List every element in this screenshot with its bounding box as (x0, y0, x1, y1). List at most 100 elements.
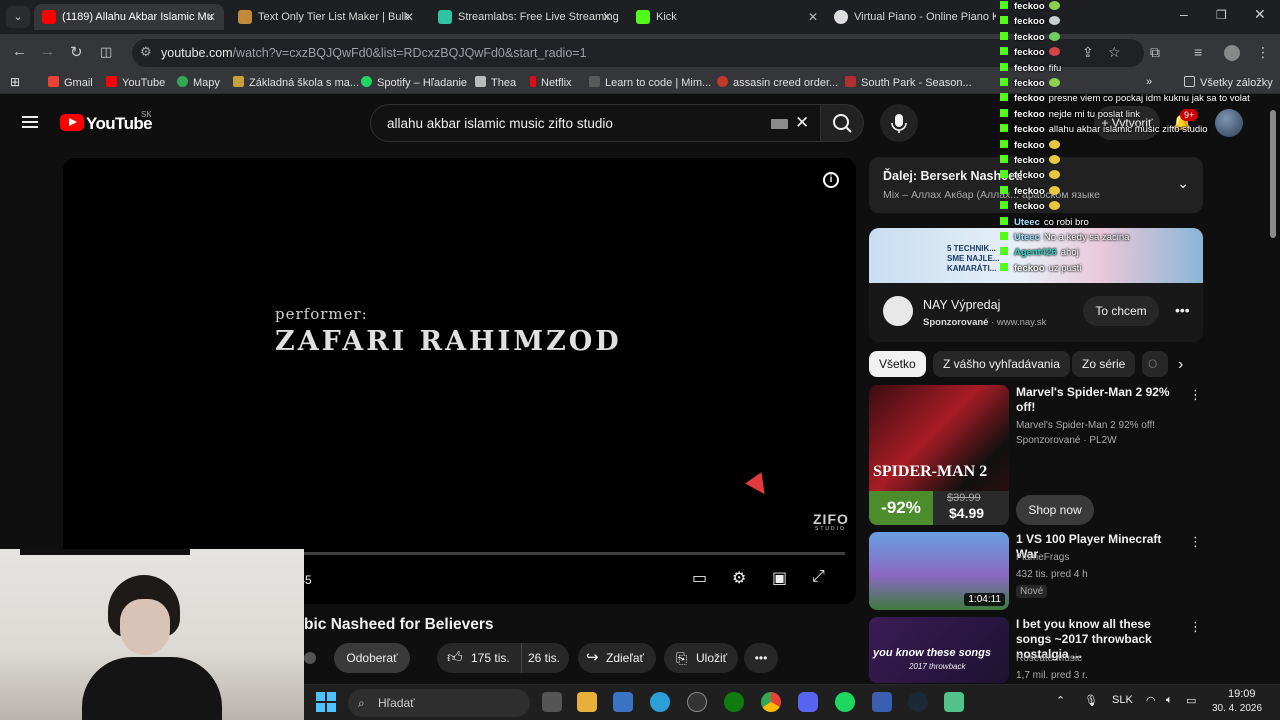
chip-from-search[interactable]: Z vášho vyhľadávania (933, 351, 1070, 377)
input-language[interactable]: SLK (1112, 694, 1133, 706)
app-icon[interactable] (872, 692, 892, 712)
address-bar[interactable]: ⚙ youtube.com/watch?v=cxzBQJQwFd0&list=R… (132, 39, 1144, 67)
tab-youtube[interactable]: (1189) Allahu Akbar Islamic Mu ✕ (34, 4, 224, 30)
ad-cta-button[interactable]: To chcem (1083, 296, 1159, 326)
kick-icon (1000, 124, 1008, 133)
chat-username: feckoo (1014, 47, 1045, 59)
fullscreen-icon[interactable]: ⤢ (812, 568, 825, 586)
bookmark-gmail[interactable]: Gmail (48, 76, 93, 89)
chat-username: feckoo (1014, 1, 1045, 12)
edge-icon[interactable] (650, 692, 670, 712)
subtitles-icon[interactable]: ▭ (692, 568, 707, 588)
microphone-tray-icon[interactable]: 🎙︎ (1084, 694, 1098, 707)
thumbnail-subtext: 2017 throwback (909, 662, 966, 671)
bookmark-netflix[interactable]: Netflix (530, 76, 572, 89)
clear-search-icon[interactable]: ✕ (795, 113, 809, 133)
chat-username: feckoo (1014, 16, 1045, 28)
steam-icon[interactable] (908, 692, 928, 712)
more-icon[interactable]: ••• (1175, 302, 1190, 318)
list-item[interactable]: 1:04:11 1 VS 100 Player Minecraft War Fl… (869, 532, 1203, 610)
youtube-logo-icon[interactable] (60, 114, 84, 131)
bookmark-youtube[interactable]: YouTube (106, 76, 165, 89)
back-icon[interactable]: ← (12, 43, 27, 60)
search-button[interactable] (820, 104, 864, 142)
bookmark-thea[interactable]: Thea (475, 76, 516, 89)
chat-message: feckoo (1000, 155, 1060, 166)
task-view-icon[interactable] (542, 692, 562, 712)
bookmark-mapy[interactable]: Mapy (177, 76, 220, 89)
forward-icon[interactable]: → (40, 43, 55, 60)
close-icon[interactable]: ✕ (404, 4, 414, 30)
bookmark-south-park[interactable]: South Park - Season... (845, 76, 972, 89)
keyboard-icon[interactable] (771, 119, 788, 129)
split-view-icon[interactable]: ◫ (100, 44, 112, 60)
advertiser-logo (883, 296, 913, 326)
theater-mode-icon[interactable]: ▣ (772, 568, 787, 588)
wifi-icon[interactable]: ◠ (1146, 694, 1156, 707)
dislike-button[interactable]: 26 tis. (521, 643, 569, 673)
more-actions-button[interactable]: ••• (744, 643, 778, 673)
tab-kick[interactable]: Kick ✕ (628, 4, 826, 30)
store-icon[interactable] (613, 692, 633, 712)
close-icon[interactable]: ✕ (206, 4, 216, 30)
video-player[interactable]: performer: ZAFARI RAHIMZOD i ZIFO STUDIO… (63, 158, 856, 604)
save-button[interactable]: ⎘ Uložiť (664, 643, 738, 673)
chevron-right-icon[interactable]: › (1178, 356, 1183, 374)
recommendation-subtitle: Marvel's Spider-Man 2 92% off! (1016, 420, 1156, 431)
more-icon[interactable]: ⋮ (1189, 619, 1202, 635)
bookmark-skola[interactable]: Základná škola s ma... (233, 76, 359, 89)
obs-icon[interactable] (687, 692, 707, 712)
reload-icon[interactable]: ↻ (70, 43, 83, 61)
battery-icon[interactable]: ▭ (1186, 694, 1196, 707)
tab-tier-list[interactable]: Text Only Tier List Maker | Bulk ✕ (230, 4, 422, 30)
video-thumbnail[interactable]: 1:04:11 (869, 532, 1009, 610)
tab-streamlabs[interactable]: Streamlabs: Free Live Streaming ✕ (430, 4, 620, 30)
emote-icon (1048, 47, 1060, 57)
chat-message: feckoo uz pusti (1000, 262, 1081, 274)
voice-search-button[interactable] (880, 104, 918, 142)
file-explorer-icon[interactable] (577, 692, 597, 712)
tab-virtual-piano[interactable]: Virtual Piano - Online Piano Key (826, 4, 996, 30)
settings-gear-icon[interactable]: ⚙ (732, 568, 746, 588)
tab-search-button[interactable]: ⌄ (6, 6, 30, 28)
hamburger-menu-icon[interactable] (22, 116, 38, 128)
apps-grid-icon[interactable]: ⊞ (10, 75, 20, 89)
more-icon[interactable]: ⋮ (1189, 534, 1202, 550)
emote-icon (1048, 170, 1060, 180)
tray-overflow-icon[interactable]: ⌃ (1056, 694, 1065, 707)
video-thumbnail[interactable]: SPIDER-MAN 2 -92% $39.99 $4.99 (869, 385, 1009, 525)
close-icon[interactable]: ✕ (808, 4, 818, 30)
streamlabs-icon[interactable] (944, 692, 964, 712)
subscribe-button[interactable]: Odoberať (334, 643, 410, 673)
taskbar-search-input[interactable]: ⌕ Hľadať (348, 689, 530, 717)
chip-all[interactable]: Všetko (869, 351, 926, 377)
close-icon[interactable]: ✕ (602, 4, 612, 30)
list-item[interactable]: SPIDER-MAN 2 -92% $39.99 $4.99 Marvel's … (869, 385, 1203, 525)
search-input[interactable]: allahu akbar islamic music zifto studio … (370, 104, 820, 142)
like-button[interactable]: 👍︎ 175 tis. (437, 643, 521, 673)
bookmark-assassin[interactable]: assasin creed order... (717, 76, 838, 89)
clock-time[interactable]: 19:09 (1228, 688, 1256, 700)
share-button[interactable]: ↪ Zdieľať (578, 643, 656, 673)
bookmark-spotify[interactable]: Spotify – Hľadanie (361, 76, 467, 89)
site-info-icon[interactable]: ⚙ (140, 44, 152, 60)
windows-start-icon[interactable] (316, 692, 336, 712)
spotify-icon[interactable] (835, 692, 855, 712)
xbox-icon[interactable] (724, 692, 744, 712)
volume-icon[interactable]: 🔈︎ (1166, 694, 1173, 707)
recommendation-title[interactable]: Marvel's Spider-Man 2 92% off! (1016, 385, 1186, 415)
video-thumbnail[interactable]: you know these songs 2017 throwback (869, 617, 1009, 683)
list-item[interactable]: you know these songs 2017 throwback I be… (869, 617, 1203, 683)
chrome-icon[interactable] (761, 692, 781, 712)
chip-partial[interactable]: O (1142, 351, 1168, 377)
more-icon[interactable]: ⋮ (1189, 387, 1202, 403)
bookmark-mimo[interactable]: Learn to code | Mim... (589, 76, 711, 89)
page-scrollbar[interactable] (1270, 110, 1276, 238)
info-icon[interactable]: i (823, 172, 839, 188)
clock-date[interactable]: 30. 4. 2026 (1212, 703, 1262, 714)
discord-icon[interactable] (798, 692, 818, 712)
chip-from-series[interactable]: Zo série (1072, 351, 1136, 377)
views-meta: 432 tis. pred 4 h (1016, 569, 1088, 580)
shop-now-button[interactable]: Shop now (1016, 495, 1094, 525)
emote-icon (1048, 201, 1060, 211)
